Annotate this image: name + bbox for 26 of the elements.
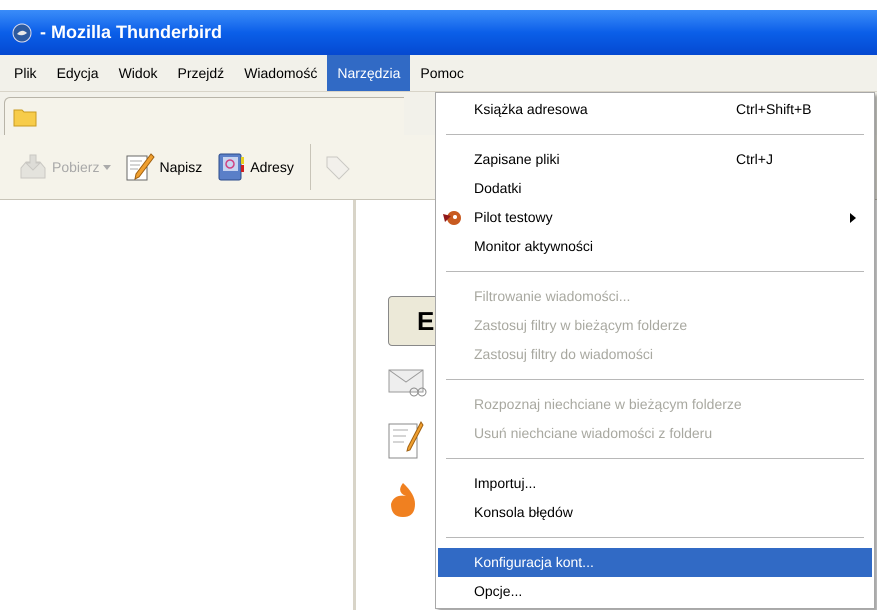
menu-item[interactable]: Importuj... [438,469,872,498]
window-title: - Mozilla Thunderbird [40,21,222,44]
flame-icon [388,482,418,518]
menu-item[interactable]: Dodatki [438,174,872,203]
envelope-glasses-icon [388,368,428,398]
menu-bar-item[interactable]: Edycja [46,55,109,91]
menu-item[interactable]: Zapisane pliki Ctrl+J [438,145,872,174]
menu-bar-item[interactable]: Narzędzia [327,55,410,91]
menu-bar-item[interactable]: Przejdź [168,55,234,91]
menu-bar-item[interactable]: Wiadomość [234,55,328,91]
address-book-icon [216,152,246,182]
menu-item[interactable]: Opcje... [438,577,872,606]
toolbar-button[interactable]: Adresy [212,150,298,184]
menu-bar-item[interactable]: Plik [4,55,47,91]
caret-icon [103,164,112,170]
app-icon [12,22,32,42]
pencil-note-icon [388,420,424,460]
menu-item[interactable]: Monitor aktywności [438,232,872,261]
menu-item[interactable]: Konfiguracja kont... [438,548,872,577]
toolbar-button[interactable]: Napisz [121,150,206,184]
folder-icon [13,106,37,126]
menu-item[interactable]: Pilot testowy [438,203,872,232]
menu-bar-item[interactable]: Pomoc [410,55,474,91]
pencil-note-icon [125,152,156,182]
menu-bar-item[interactable]: Widok [108,55,168,91]
menu-item[interactable]: Konsola błędów [438,498,872,527]
